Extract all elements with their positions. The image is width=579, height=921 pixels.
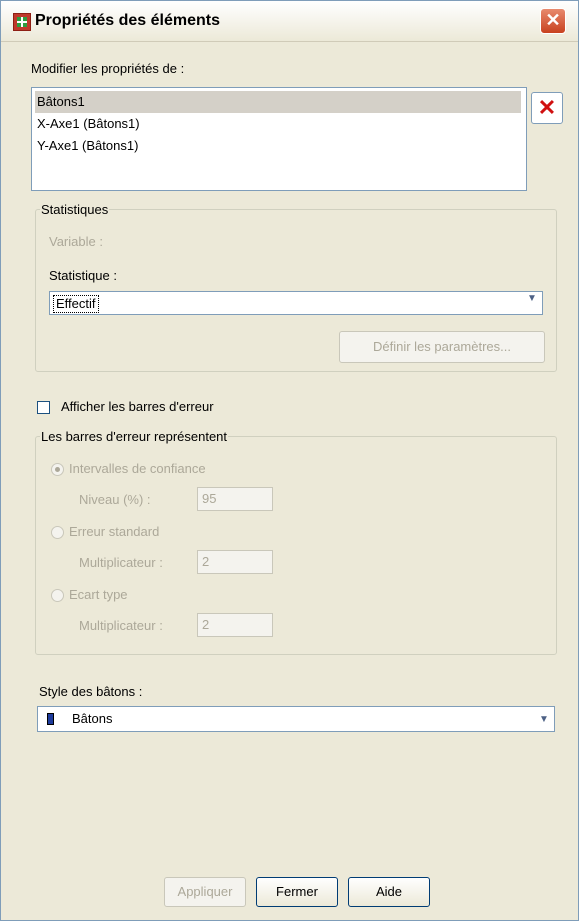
std-dev-multiplier-label: Multiplicateur : bbox=[79, 618, 163, 633]
list-item-x-axis[interactable]: X-Axe1 (Bâtons1) bbox=[35, 113, 140, 135]
bar-style-value: Bâtons bbox=[72, 711, 113, 726]
standard-deviation-label[interactable]: Ecart type bbox=[69, 587, 128, 602]
confidence-level-label: Niveau (%) : bbox=[79, 492, 151, 507]
edit-properties-label: Modifier les propriétés de : bbox=[31, 61, 185, 76]
window-title: Propriétés des éléments bbox=[35, 12, 220, 29]
show-error-bars-checkbox[interactable] bbox=[37, 401, 50, 414]
chart-app-icon bbox=[13, 13, 31, 31]
std-error-multiplier-input[interactable]: 2 bbox=[197, 550, 273, 574]
title-bar[interactable]: Propriétés des éléments ✕ bbox=[1, 1, 578, 42]
set-parameters-button[interactable]: Définir les paramètres... bbox=[339, 331, 545, 363]
confidence-level-input[interactable]: 95 bbox=[197, 487, 273, 511]
delete-x-icon: ✕ bbox=[537, 95, 557, 120]
statistic-select-value: Effectif bbox=[53, 295, 99, 313]
help-button[interactable]: Aide bbox=[348, 877, 430, 907]
variable-label: Variable : bbox=[49, 234, 103, 249]
list-item-y-axis[interactable]: Y-Axe1 (Bâtons1) bbox=[35, 135, 138, 157]
close-button[interactable]: Fermer bbox=[256, 877, 338, 907]
standard-error-label[interactable]: Erreur standard bbox=[69, 524, 159, 539]
list-item-batons1[interactable]: Bâtons1 bbox=[35, 91, 521, 113]
std-dev-multiplier-input[interactable]: 2 bbox=[197, 613, 273, 637]
confidence-interval-radio[interactable] bbox=[51, 463, 64, 476]
bar-style-icon bbox=[47, 713, 54, 725]
bar-style-label: Style des bâtons : bbox=[39, 684, 143, 699]
standard-deviation-radio[interactable] bbox=[51, 589, 64, 602]
standard-error-radio[interactable] bbox=[51, 526, 64, 539]
bar-style-select[interactable]: Bâtons ▼ bbox=[37, 706, 555, 732]
error-bars-group-label: Les barres d'erreur représentent bbox=[41, 429, 228, 444]
close-window-button[interactable]: ✕ bbox=[540, 8, 566, 34]
statistic-label: Statistique : bbox=[49, 268, 117, 283]
std-error-multiplier-label: Multiplicateur : bbox=[79, 555, 163, 570]
confidence-interval-label[interactable]: Intervalles de confiance bbox=[69, 461, 206, 476]
statistic-select[interactable]: Effectif ▼ bbox=[49, 291, 543, 315]
statistics-group-label: Statistiques bbox=[41, 202, 109, 217]
chevron-down-icon: ▼ bbox=[535, 708, 553, 730]
delete-element-button[interactable]: ✕ bbox=[531, 92, 563, 124]
chevron-down-icon: ▼ bbox=[523, 293, 541, 313]
apply-button[interactable]: Appliquer bbox=[164, 877, 246, 907]
show-error-bars-label[interactable]: Afficher les barres d'erreur bbox=[61, 399, 214, 414]
properties-dialog: Propriétés des éléments ✕ Modifier les p… bbox=[0, 0, 579, 921]
elements-listbox[interactable]: Bâtons1 X-Axe1 (Bâtons1) Y-Axe1 (Bâtons1… bbox=[31, 87, 527, 191]
